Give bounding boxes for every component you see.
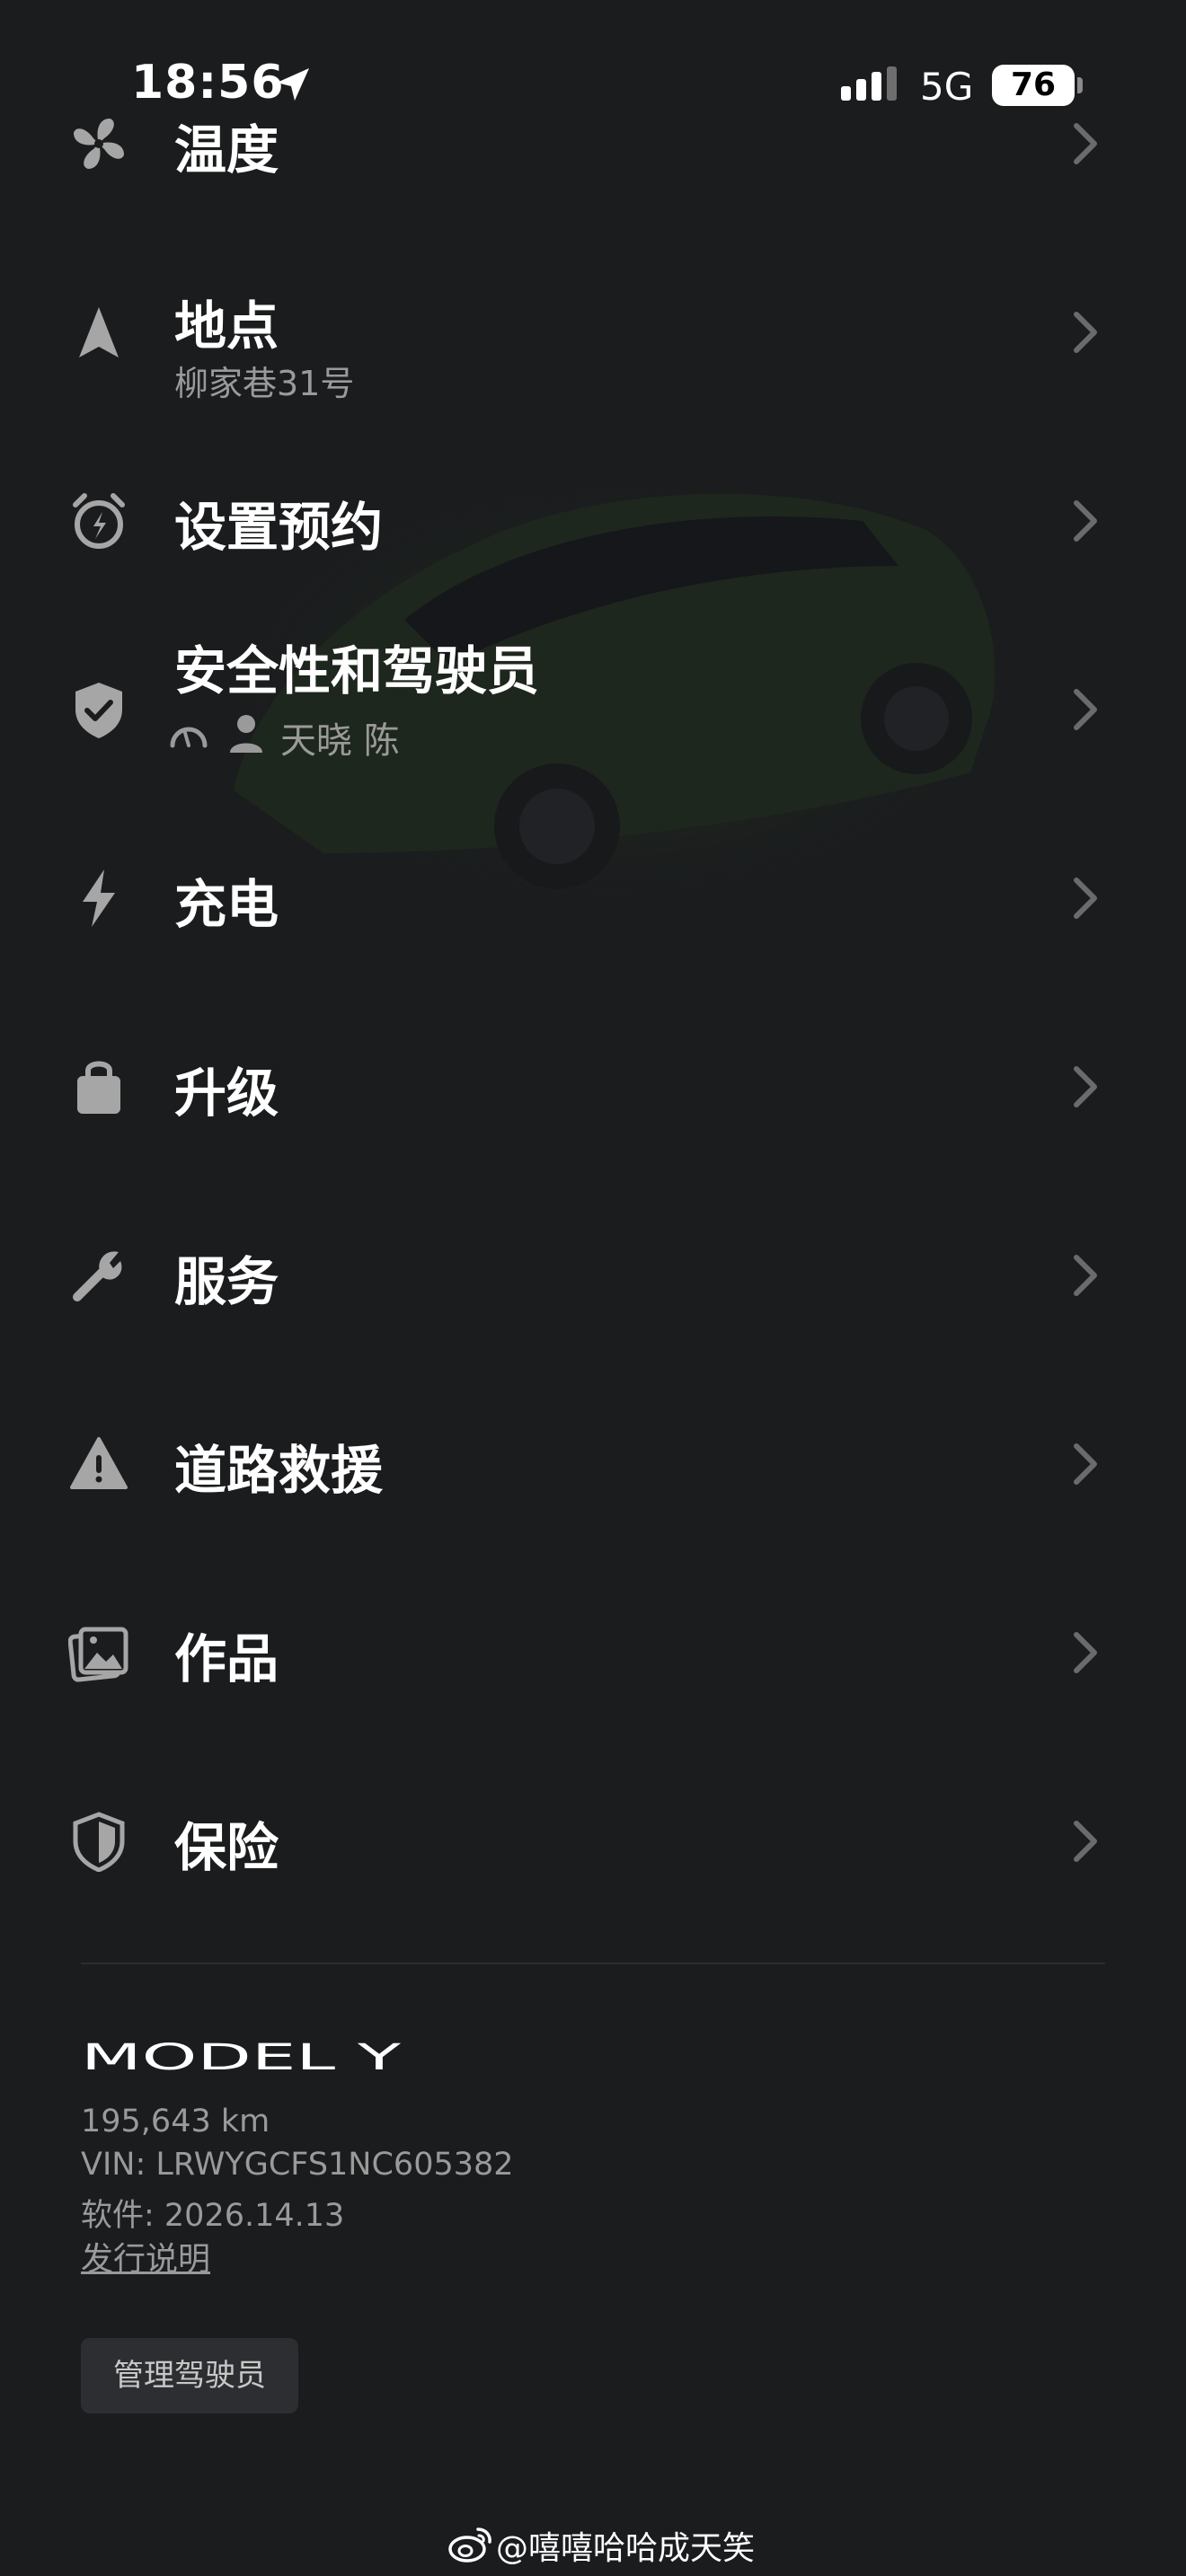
- model-name: MODEL Y: [81, 2039, 402, 2075]
- user-icon: [230, 715, 262, 753]
- odometer: 195,643 km: [81, 2104, 270, 2139]
- divider: [81, 1963, 1105, 1964]
- network-type: 5G: [920, 65, 974, 109]
- chevron-right-icon: [1067, 873, 1103, 923]
- weibo-icon: [448, 2527, 491, 2563]
- menu-item-title: 道路救援: [174, 1440, 384, 1501]
- speedometer-icon: [170, 727, 208, 748]
- menu-item-service[interactable]: 服务: [0, 1195, 1186, 1356]
- status-bar: 18:56 5G 76: [0, 0, 1186, 180]
- release-notes-link[interactable]: 发行说明: [81, 2233, 210, 2280]
- menu-item-title: 充电: [174, 874, 279, 935]
- watermark-text: @嘻嘻哈哈成天笑: [496, 2530, 756, 2567]
- vehicle-menu-page: 18:56 5G 76 温度 地点 柳家巷31号 设置预约 安全性和驾驶员 天晓…: [0, 0, 1186, 2576]
- menu-item-title: 安全性和驾驶员: [174, 640, 540, 701]
- signal-bars-icon: [841, 66, 897, 101]
- location-arrow-icon: [277, 68, 309, 101]
- chevron-right-icon: [1067, 1816, 1103, 1866]
- manage-drivers-button[interactable]: 管理驾驶员: [81, 2338, 298, 2413]
- gallery-icon: [68, 1622, 129, 1683]
- menu-item-upgrades[interactable]: 升级: [0, 1006, 1186, 1168]
- menu-item-title: 保险: [174, 1817, 279, 1878]
- menu-item-gallery[interactable]: 作品: [0, 1572, 1186, 1734]
- alarm-clock-icon: [68, 490, 129, 551]
- chevron-right-icon: [1067, 307, 1103, 357]
- chevron-right-icon: [1067, 1439, 1103, 1489]
- menu-item-title: 作品: [174, 1628, 279, 1689]
- navigation-arrow-icon: [68, 302, 129, 363]
- location-address: 柳家巷31号: [174, 364, 355, 403]
- menu-item-location[interactable]: 地点 柳家巷31号: [0, 251, 1186, 413]
- menu-item-insurance[interactable]: 保险: [0, 1760, 1186, 1922]
- vin: VIN: LRWYGCFS1NC605382: [81, 2147, 514, 2183]
- menu-item-title: 升级: [174, 1063, 279, 1124]
- menu-item-safety-drivers[interactable]: 安全性和驾驶员 天晓 陈: [0, 629, 1186, 790]
- status-time: 18:56: [131, 56, 285, 110]
- menu-item-charging[interactable]: 充电: [0, 817, 1186, 979]
- menu-item-title: 地点: [174, 296, 279, 357]
- driver-name: 天晓 陈: [280, 720, 400, 762]
- menu-item-roadside-assistance[interactable]: 道路救援: [0, 1383, 1186, 1545]
- menu-item-schedule[interactable]: 设置预约: [0, 440, 1186, 602]
- menu-item-title: 设置预约: [174, 497, 384, 558]
- chevron-right-icon: [1067, 684, 1103, 735]
- chevron-right-icon: [1067, 1250, 1103, 1301]
- lightning-icon: [68, 868, 129, 929]
- chevron-right-icon: [1067, 1628, 1103, 1678]
- chevron-right-icon: [1067, 1062, 1103, 1112]
- chevron-right-icon: [1067, 496, 1103, 546]
- model-y-logo: MODEL Y: [81, 2039, 402, 2075]
- wrench-icon: [68, 1245, 129, 1306]
- shopping-bag-icon: [68, 1056, 129, 1117]
- software-version: 软件: 2026.14.13: [81, 2198, 345, 2234]
- battery-indicator: 76: [992, 65, 1075, 106]
- battery-tip: [1077, 77, 1083, 93]
- shield-icon: [68, 1811, 129, 1872]
- menu-item-title: 服务: [174, 1251, 279, 1312]
- warning-triangle-icon: [68, 1434, 129, 1495]
- shield-check-icon: [68, 679, 129, 740]
